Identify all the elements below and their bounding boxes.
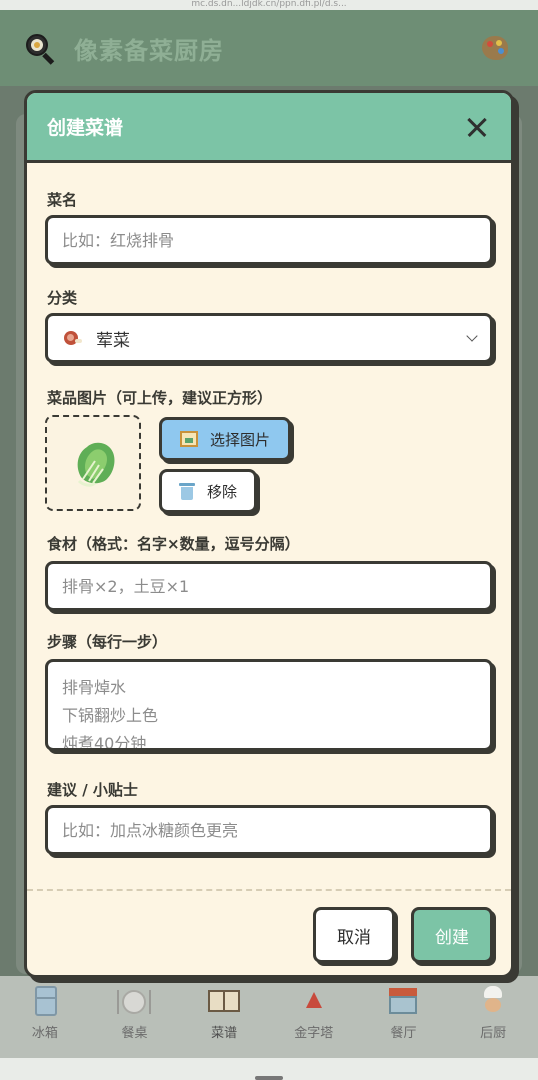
nav-item-fridge[interactable]: 冰箱 [10, 986, 80, 1041]
system-home-bar [0, 1058, 538, 1080]
create-button[interactable]: 创建 [411, 907, 493, 963]
category-value: 荤菜 [96, 330, 130, 351]
trash-icon [178, 482, 195, 500]
steps-textarea[interactable] [45, 659, 493, 751]
name-label: 菜名 [47, 191, 78, 209]
nav-item-kitchen[interactable]: 后厨 [458, 986, 528, 1041]
modal-title: 创建菜谱 [47, 117, 124, 139]
steps-label: 步骤（每行一步） [47, 633, 168, 651]
nav-item-table[interactable]: 餐桌 [99, 986, 169, 1041]
ingredients-label: 食材（格式：名字×数量，逗号分隔） [47, 535, 300, 553]
cabbage-icon [77, 442, 115, 487]
choose-image-button[interactable]: 选择图片 [159, 417, 291, 461]
category-select[interactable]: 荤菜 [45, 313, 493, 363]
plate-icon [117, 986, 152, 1016]
book-icon [207, 986, 241, 1016]
fridge-icon [28, 986, 62, 1016]
tips-label: 建议 / 小贴士 [47, 781, 138, 799]
meat-icon [62, 329, 82, 347]
remove-image-button[interactable]: 移除 [159, 469, 257, 513]
bottom-nav: 冰箱 餐桌 菜谱 金字塔 餐厅 后厨 [0, 976, 538, 1058]
image-preview[interactable] [45, 415, 141, 511]
choose-image-label: 选择图片 [209, 430, 270, 449]
chef-icon [476, 986, 510, 1016]
url-strip: mc.ds.dn...ldjdk.cn/ppn.dfi.pl/d.s... [0, 0, 538, 10]
footer-divider [27, 889, 511, 891]
category-label: 分类 [47, 289, 78, 307]
restaurant-icon [386, 986, 420, 1016]
recipe-name-input[interactable] [45, 215, 493, 265]
picture-icon [179, 431, 198, 447]
tips-input[interactable] [45, 805, 493, 855]
nav-label: 菜谱 [211, 1026, 238, 1041]
frying-pan-icon [24, 32, 56, 65]
nav-label: 餐桌 [121, 1026, 148, 1041]
pyramid-icon [297, 986, 331, 1016]
palette-icon[interactable] [482, 36, 508, 60]
nav-label: 冰箱 [31, 1026, 58, 1041]
chevron-down-icon [466, 330, 478, 342]
nav-label: 后厨 [480, 1026, 507, 1041]
nav-label: 餐厅 [390, 1026, 417, 1041]
create-recipe-modal: 创建菜谱 菜名 分类 荤菜 菜品图片（可上传，建议正方形） 选择图片 移除 食材… [24, 90, 514, 978]
modal-header: 创建菜谱 [27, 93, 511, 163]
app-header: 像素备菜厨房 [0, 10, 538, 86]
close-icon[interactable] [463, 113, 491, 141]
nav-item-recipes[interactable]: 菜谱 [189, 986, 259, 1041]
nav-label: 金字塔 [294, 1026, 334, 1041]
cancel-button[interactable]: 取消 [313, 907, 395, 963]
image-label: 菜品图片（可上传，建议正方形） [47, 389, 273, 407]
app-title: 像素备菜厨房 [74, 36, 224, 65]
ingredients-input[interactable] [45, 561, 493, 611]
nav-item-restaurant[interactable]: 餐厅 [368, 986, 438, 1041]
nav-item-pyramid[interactable]: 金字塔 [279, 986, 349, 1041]
remove-image-label: 移除 [206, 482, 237, 501]
